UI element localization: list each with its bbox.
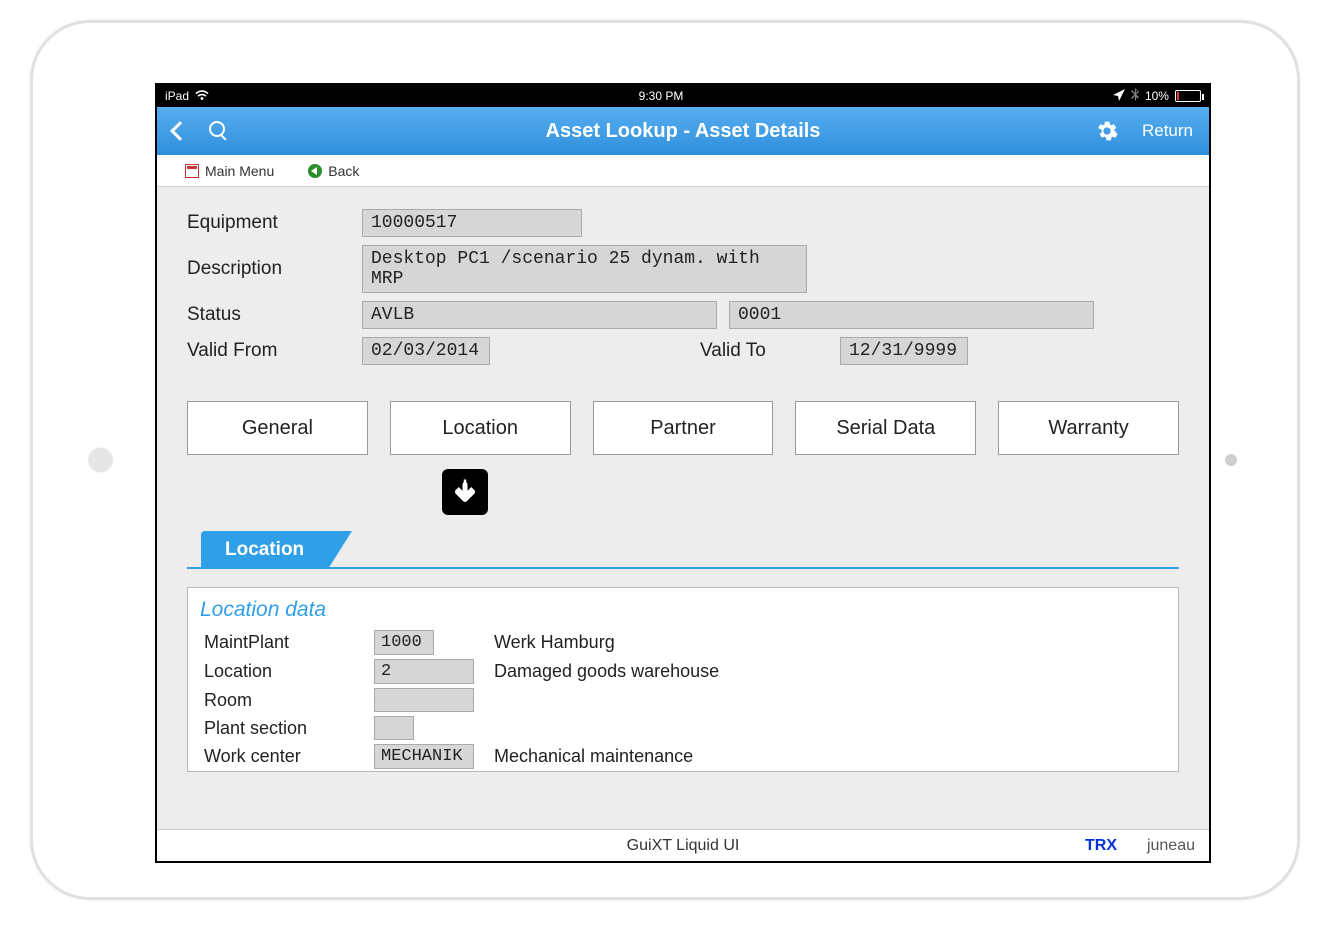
tab-partner[interactable]: Partner	[593, 401, 774, 455]
back-arrow-icon	[308, 164, 322, 178]
workcenter-label: Work center	[204, 746, 374, 767]
footer-brand[interactable]: TRX	[1085, 837, 1117, 855]
location-panel: Location data MaintPlant 1000 Werk Hambu…	[187, 587, 1179, 772]
back-chevron-icon[interactable]	[170, 121, 190, 141]
tab-warranty[interactable]: Warranty	[998, 401, 1179, 455]
tab-general[interactable]: General	[187, 401, 368, 455]
location-label: Location	[204, 661, 374, 682]
location-arrow-icon	[1113, 89, 1125, 104]
return-button[interactable]: Return	[1142, 121, 1193, 141]
back-button[interactable]: Back	[308, 163, 359, 179]
ipad-home-button[interactable]	[1225, 454, 1237, 466]
down-arrow-icon	[442, 469, 488, 515]
content-area: Equipment 10000517 Description Desktop P…	[157, 187, 1209, 772]
footer-server: juneau	[1147, 837, 1195, 855]
description-label: Description	[187, 258, 362, 280]
validfrom-field[interactable]: 02/03/2014	[362, 337, 490, 365]
validto-field[interactable]: 12/31/9999	[840, 337, 968, 365]
bluetooth-icon	[1131, 88, 1139, 104]
panel-title: Location data	[198, 594, 1168, 628]
tab-buttons: General Location Partner Serial Data War…	[187, 401, 1179, 455]
plantsection-label: Plant section	[204, 718, 374, 739]
tab-location[interactable]: Location	[390, 401, 571, 455]
tab-serial-data[interactable]: Serial Data	[795, 401, 976, 455]
room-field[interactable]	[374, 688, 474, 712]
page-title: Asset Lookup - Asset Details	[157, 120, 1209, 143]
main-menu-label: Main Menu	[205, 163, 274, 179]
battery-icon	[1175, 90, 1201, 102]
footer-product: GuiXT Liquid UI	[627, 837, 740, 855]
workcenter-desc: Mechanical maintenance	[494, 746, 693, 767]
search-icon[interactable]	[209, 121, 229, 141]
toolbar: Main Menu Back	[157, 155, 1209, 187]
screen: iPad 9:30 PM 10%	[155, 83, 1211, 863]
description-field[interactable]: Desktop PC1 /scenario 25 dynam. with MRP	[362, 245, 807, 293]
device-label: iPad	[165, 89, 189, 103]
gear-icon[interactable]	[1096, 120, 1118, 142]
app-title-bar: Asset Lookup - Asset Details Return	[157, 107, 1209, 155]
status-label: Status	[187, 304, 362, 326]
validto-label: Valid To	[700, 340, 840, 362]
status-time: 9:30 PM	[639, 89, 684, 103]
ipad-camera	[88, 448, 113, 473]
plantsection-field[interactable]	[374, 716, 414, 740]
workcenter-field[interactable]: MECHANIK	[374, 744, 474, 769]
section-tab-wrap: Location	[187, 531, 1179, 569]
validfrom-label: Valid From	[187, 340, 362, 362]
footer-bar: GuiXT Liquid UI TRX juneau	[157, 829, 1209, 861]
status-code-field[interactable]: 0001	[729, 301, 1094, 329]
maintplant-label: MaintPlant	[204, 632, 374, 653]
status-bar: iPad 9:30 PM 10%	[157, 85, 1209, 107]
back-label: Back	[328, 163, 359, 179]
wifi-icon	[195, 89, 209, 104]
main-menu-button[interactable]: Main Menu	[185, 163, 274, 179]
maintplant-desc: Werk Hamburg	[494, 632, 615, 653]
equipment-field[interactable]: 10000517	[362, 209, 582, 237]
calendar-icon	[185, 164, 199, 178]
section-tab-location[interactable]: Location	[201, 531, 328, 569]
battery-percent: 10%	[1145, 89, 1169, 103]
equipment-label: Equipment	[187, 212, 362, 234]
ipad-frame: iPad 9:30 PM 10%	[30, 20, 1300, 900]
maintplant-field[interactable]: 1000	[374, 630, 434, 655]
location-field[interactable]: 2	[374, 659, 474, 684]
room-label: Room	[204, 690, 374, 711]
location-desc: Damaged goods warehouse	[494, 661, 719, 682]
status-field[interactable]: AVLB	[362, 301, 717, 329]
